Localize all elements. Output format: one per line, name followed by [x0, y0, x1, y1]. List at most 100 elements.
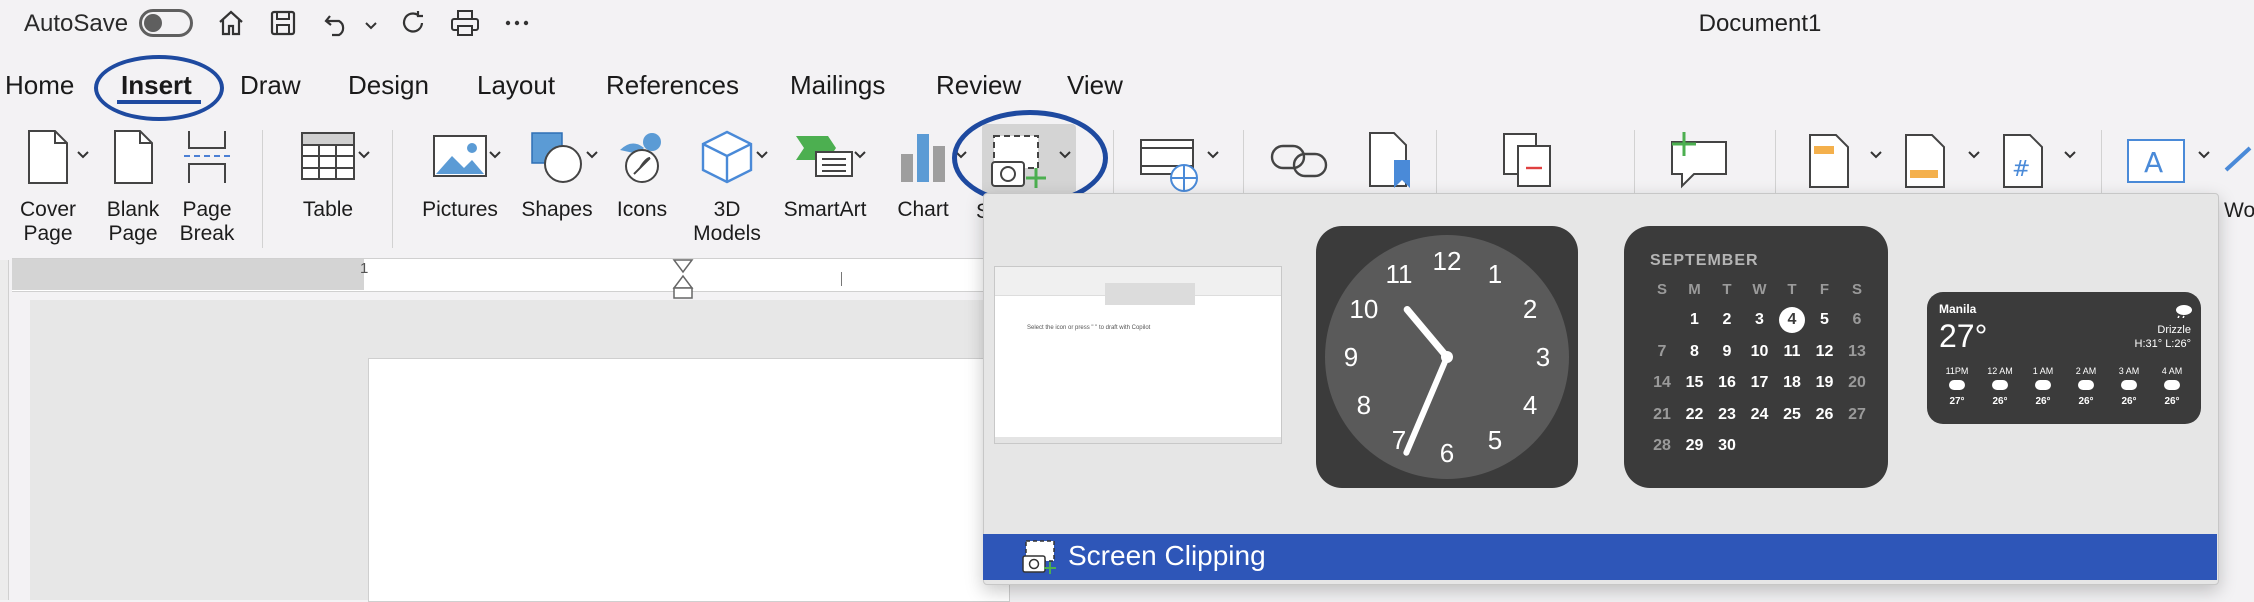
vertical-ruler[interactable] — [0, 260, 9, 600]
calendar-weekday: S — [1851, 281, 1862, 298]
cover-page-chevron-icon[interactable] — [76, 150, 90, 160]
redo-icon[interactable] — [396, 6, 430, 40]
pictures-chevron-icon[interactable] — [488, 150, 502, 160]
chart-button[interactable]: Chart — [878, 128, 968, 222]
drizzle-icon — [2121, 380, 2137, 390]
3d-models-button[interactable]: 3D Models — [684, 128, 770, 246]
clock-numeral: 4 — [1523, 390, 1537, 420]
video-button[interactable] — [1138, 134, 1204, 199]
cross-reference-button[interactable] — [1500, 130, 1558, 195]
footer-button[interactable] — [1902, 132, 1948, 195]
tab-mailings[interactable]: Mailings — [790, 70, 885, 101]
page-number-chevron-icon[interactable] — [2063, 150, 2077, 160]
indent-marker-icon[interactable] — [672, 258, 694, 302]
ribbon-separator — [262, 130, 263, 248]
ruler-margin — [12, 259, 364, 290]
weather-city: Manila — [1939, 302, 1977, 316]
clock-numeral: 5 — [1488, 425, 1502, 455]
document-page[interactable] — [368, 358, 1010, 602]
drizzle-icon — [2078, 380, 2094, 390]
calendar-day: 4 — [1779, 307, 1805, 333]
tab-references[interactable]: References — [606, 70, 739, 101]
calendar-day: 26 — [1815, 405, 1834, 423]
header-chevron-icon[interactable] — [1869, 150, 1883, 160]
tab-home[interactable]: Home — [5, 70, 74, 101]
wordart-button[interactable] — [2222, 140, 2252, 191]
weather-hour-temp: 26° — [2121, 396, 2137, 407]
calendar-day: 8 — [1690, 342, 1699, 360]
weather-condition: Drizzle — [2157, 324, 2191, 336]
tab-view[interactable]: View — [1067, 70, 1123, 101]
calendar-day: 14 — [1653, 374, 1671, 391]
comment-icon — [1671, 132, 1727, 189]
print-icon[interactable] — [448, 6, 482, 40]
clock-numeral: 9 — [1344, 342, 1358, 372]
bookmark-button[interactable] — [1366, 130, 1422, 195]
save-icon[interactable] — [266, 6, 300, 40]
shapes-button[interactable]: Shapes — [514, 128, 600, 222]
home-icon[interactable] — [214, 6, 248, 40]
clock-numeral: 10 — [1349, 294, 1378, 324]
cover-page-button[interactable]: Cover Page — [10, 128, 86, 246]
table-button[interactable]: Table — [285, 128, 371, 222]
screen-clipping-label: Screen Clipping — [1068, 540, 1266, 571]
text-box-button[interactable]: A — [2124, 136, 2188, 191]
page-break-button[interactable]: Page Break — [172, 128, 242, 246]
calendar-day: 28 — [1653, 437, 1671, 454]
undo-chevron-icon[interactable] — [364, 18, 378, 36]
page-number-button[interactable]: # — [2000, 132, 2046, 195]
chart-label: Chart — [897, 198, 949, 221]
smartart-chevron-icon[interactable] — [853, 150, 867, 160]
tab-layout[interactable]: Layout — [477, 70, 555, 101]
weather-hour-temp: 26° — [1992, 396, 2008, 407]
tab-design[interactable]: Design — [348, 70, 429, 101]
weather-hour-label: 2 AM — [2075, 366, 2097, 376]
table-chevron-icon[interactable] — [357, 150, 371, 160]
blank-page-button[interactable]: Blank Page — [100, 128, 166, 246]
tab-review[interactable]: Review — [936, 70, 1021, 101]
smartart-button[interactable]: SmartArt — [778, 128, 872, 222]
text-box-chevron-icon[interactable] — [2197, 150, 2211, 160]
weather-temp: 27° — [1939, 318, 1988, 354]
drizzle-icon — [1992, 380, 2008, 390]
calendar-day: 18 — [1783, 374, 1801, 391]
calendar-day: 1 — [1690, 311, 1699, 328]
screenshot-dropdown: Select the icon or press " " to draft wi… — [983, 193, 2219, 585]
new-comment-button[interactable] — [1666, 130, 1732, 197]
3d-models-chevron-icon[interactable] — [755, 150, 769, 160]
clock-numeral: 11 — [1386, 259, 1413, 289]
calendar-day: 7 — [1657, 342, 1667, 360]
calendar-day: 13 — [1848, 342, 1866, 360]
blank-page-icon — [114, 130, 153, 184]
link-button[interactable] — [1268, 138, 1330, 189]
tab-draw[interactable]: Draw — [240, 70, 301, 101]
calendar-day: 27 — [1848, 405, 1866, 423]
autosave-toggle[interactable] — [139, 9, 193, 37]
drizzle-icon — [2164, 380, 2180, 390]
shapes-chevron-icon[interactable] — [585, 150, 599, 160]
screen-clipping-icon — [1022, 540, 1056, 574]
more-icon[interactable] — [500, 6, 534, 40]
clock-numeral: 3 — [1536, 342, 1550, 372]
wordart-label: Wo — [2224, 199, 2254, 222]
clock-widget-thumbnail[interactable]: 12 1 2 3 4 5 6 7 8 9 10 11 — [1316, 226, 1578, 488]
video-chevron-icon[interactable] — [1206, 150, 1220, 160]
footer-chevron-icon[interactable] — [1967, 150, 1981, 160]
calendar-day: 29 — [1685, 437, 1704, 454]
header-icon — [1809, 134, 1849, 188]
window-thumbnail[interactable]: Select the icon or press " " to draft wi… — [994, 266, 1282, 444]
icons-button[interactable]: Icons — [604, 128, 680, 222]
calendar-day: 16 — [1718, 374, 1736, 391]
pictures-button[interactable]: Pictures — [416, 128, 504, 222]
text-box-icon: A — [2127, 139, 2185, 183]
calendar-widget-thumbnail[interactable]: SEPTEMBER S M T W T F S 1 2 3 4 5 6 7 8 9 10 11 12 13 14 15 16… — [1624, 226, 1888, 488]
weather-hour-label: 12 AM — [1987, 366, 2013, 376]
weather-widget-thumbnail[interactable]: Manila 27° Drizzle H:31° L:26° 11PM 27° 12… — [1927, 292, 2201, 424]
pictures-icon — [433, 135, 487, 177]
wordart-icon — [2224, 146, 2252, 172]
header-button[interactable] — [1806, 132, 1852, 195]
undo-icon[interactable] — [320, 6, 354, 40]
calendar-day: 23 — [1718, 405, 1736, 423]
weather-hour-temp: 26° — [2078, 396, 2094, 407]
calendar-weekday: M — [1688, 281, 1701, 298]
